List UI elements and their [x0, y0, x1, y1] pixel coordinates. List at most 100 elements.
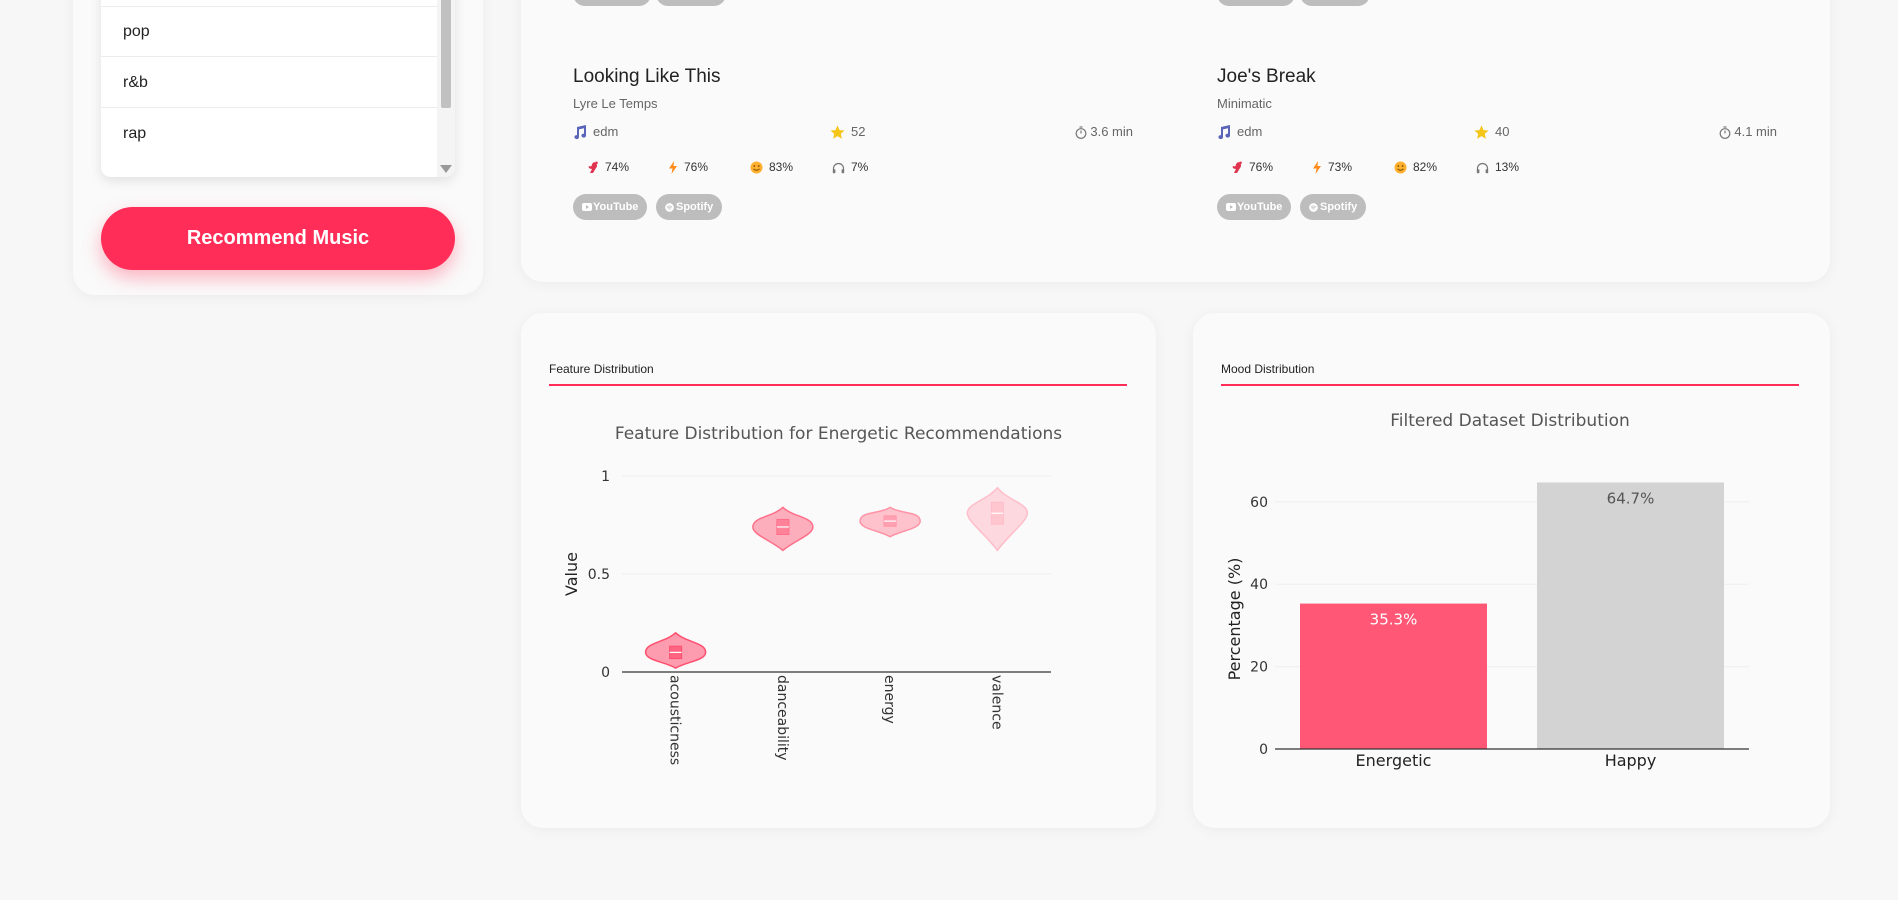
song-duration-value: 3.6 min — [1090, 124, 1133, 139]
song-card: Looking Like This Lyre Le Temps edm 52 3… — [573, 0, 1133, 220]
music-note-icon — [1218, 125, 1231, 140]
y-tick-label: 20 — [1250, 660, 1268, 676]
x-tick-label: acousticness — [667, 675, 683, 765]
bar-happy — [1537, 482, 1724, 749]
song-popularity-value: 40 — [1495, 124, 1510, 139]
genre-listbox[interactable]: latin pop r&b rap — [101, 0, 455, 177]
spotify-link-pill-partial[interactable] — [656, 0, 726, 6]
song-meta-row: edm 40 4.1 min — [1217, 124, 1777, 142]
youtube-link-pill-partial[interactable] — [573, 0, 651, 6]
song-popularity-value: 52 — [851, 124, 866, 139]
y-tick-label: 0.5 — [588, 567, 610, 583]
stopwatch-icon — [1719, 126, 1731, 139]
song-meta-row: edm 52 3.6 min — [573, 124, 1133, 142]
song-genre: edm — [1217, 124, 1262, 140]
violin-danceability — [752, 506, 814, 552]
mood-distribution-panel: Mood Distribution Filtered Dataset Distr… — [1193, 313, 1830, 828]
dancer-icon — [588, 161, 598, 174]
youtube-icon — [582, 203, 592, 211]
feature-violin-chart: Feature Distribution for Energetic Recom… — [562, 424, 1062, 765]
song-duration-value: 4.1 min — [1734, 124, 1777, 139]
energy-value: 76% — [684, 160, 709, 174]
scroll-down-arrow-icon[interactable] — [440, 165, 452, 173]
song-artist: Lyre Le Temps — [573, 96, 658, 111]
mood-bar-chart: Filtered Dataset Distribution 0 20 40 60 35.3… — [1225, 411, 1749, 770]
x-tick-label: Happy — [1605, 751, 1657, 770]
y-tick-label: 40 — [1250, 577, 1268, 593]
violin-acousticness — [644, 631, 707, 669]
youtube-link-button[interactable]: YouTube — [1217, 194, 1292, 220]
spotify-icon — [665, 203, 674, 212]
song-genre-label: edm — [1237, 124, 1263, 139]
x-tick-label: Energetic — [1356, 751, 1432, 770]
stopwatch-icon — [1075, 126, 1087, 139]
energy-stat: 73% — [1312, 160, 1353, 175]
spotify-link-pill-partial[interactable] — [1300, 0, 1370, 6]
genre-option-latin[interactable]: latin — [101, 0, 437, 7]
y-axis-title: Percentage (%) — [1225, 558, 1244, 681]
headphones-icon — [1476, 162, 1489, 174]
acousticness-stat: 13% — [1476, 160, 1519, 174]
x-tick-label: danceability — [774, 675, 790, 761]
energy-value: 73% — [1328, 160, 1353, 174]
spotify-link-button[interactable]: Spotify — [656, 194, 723, 220]
genre-option-pop[interactable]: pop — [101, 7, 437, 57]
valence-value: 82% — [1413, 160, 1438, 174]
youtube-link-pill-partial[interactable] — [1217, 0, 1295, 6]
dancer-icon — [1232, 161, 1242, 174]
x-tick-label: valence — [988, 675, 1004, 730]
acousticness-stat: 7% — [832, 160, 868, 174]
youtube-icon — [1226, 203, 1236, 211]
lightning-icon — [669, 161, 677, 175]
y-tick-label: 1 — [601, 469, 610, 485]
lightning-icon — [1313, 161, 1321, 175]
genre-scrollbar[interactable] — [437, 0, 455, 177]
song-genre-label: edm — [593, 124, 619, 139]
youtube-link-label: YouTube — [593, 201, 639, 213]
danceability-value: 74% — [605, 160, 630, 174]
danceability-stat: 76% — [1231, 160, 1273, 174]
spotify-link-label: Spotify — [676, 201, 714, 213]
song-title: Looking Like This — [573, 66, 721, 87]
valence-stat: 82% — [1394, 160, 1437, 174]
valence-value: 83% — [769, 160, 794, 174]
youtube-link-label: YouTube — [1237, 201, 1283, 213]
y-tick-label: 60 — [1250, 495, 1268, 511]
violin-valence — [966, 486, 1029, 552]
headphones-icon — [832, 162, 845, 174]
song-duration: 3.6 min — [1075, 124, 1133, 139]
song-popularity: 40 — [1474, 124, 1509, 140]
song-card: Joe's Break Minimatic edm 40 4.1 min 76%… — [1217, 0, 1777, 220]
genre-scrollbar-thumb[interactable] — [441, 0, 451, 108]
youtube-link-button[interactable]: YouTube — [573, 194, 648, 220]
music-note-icon — [574, 125, 587, 140]
bar-value-label: 64.7% — [1607, 489, 1655, 507]
star-icon — [1474, 125, 1489, 139]
energy-stat: 76% — [668, 160, 709, 175]
filter-sidebar: latin pop r&b rap Recommend Music — [73, 0, 483, 295]
recommend-music-button[interactable]: Recommend Music — [101, 207, 455, 270]
smile-icon — [1394, 161, 1407, 174]
feature-distribution-panel: Feature Distribution Feature Distributio… — [521, 313, 1156, 828]
genre-option-rnb[interactable]: r&b — [101, 58, 437, 108]
acousticness-value: 13% — [1495, 160, 1520, 174]
danceability-stat: 74% — [587, 160, 629, 174]
y-tick-label: 0 — [601, 665, 610, 681]
y-tick-label: 0 — [1259, 742, 1268, 758]
spotify-link-button[interactable]: Spotify — [1300, 194, 1367, 220]
chart-title: Feature Distribution for Energetic Recom… — [615, 424, 1062, 444]
bar-value-label: 35.3% — [1370, 611, 1418, 629]
spotify-icon — [1309, 203, 1318, 212]
song-genre: edm — [573, 124, 618, 140]
violin-energy — [859, 506, 921, 538]
valence-stat: 83% — [750, 160, 793, 174]
genre-option-rap[interactable]: rap — [101, 109, 437, 159]
recommendations-panel: Looking Like This Lyre Le Temps edm 52 3… — [521, 0, 1830, 282]
star-icon — [830, 125, 845, 139]
song-popularity: 52 — [830, 124, 865, 140]
x-tick-label: energy — [881, 675, 897, 724]
y-axis-title: Value — [562, 552, 581, 596]
chart-title: Filtered Dataset Distribution — [1390, 411, 1630, 431]
song-artist: Minimatic — [1217, 96, 1272, 111]
smile-icon — [750, 161, 763, 174]
